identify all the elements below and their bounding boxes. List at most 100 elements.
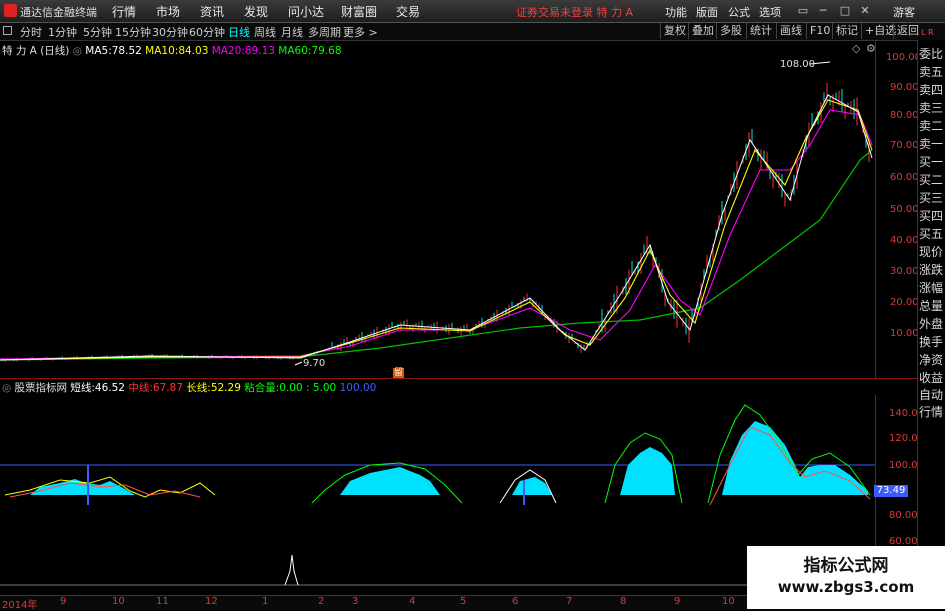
- restore-icon[interactable]: □: [838, 4, 852, 17]
- draw-line-button[interactable]: 画线: [776, 23, 805, 39]
- indicator-chart[interactable]: [0, 395, 876, 595]
- main-kline-chart[interactable]: [0, 40, 876, 378]
- indicator-settings-icon[interactable]: ◎: [2, 382, 11, 394]
- date-tick: 10: [722, 596, 735, 607]
- panel-change[interactable]: 涨跌: [919, 263, 945, 277]
- panel-sell2[interactable]: 卖二: [919, 119, 945, 133]
- menu-hangqing[interactable]: 行情: [112, 3, 136, 20]
- ma20-label: MA20: [211, 45, 242, 57]
- ma-settings-icon[interactable]: ◎: [73, 45, 82, 57]
- ind-y-tick: 140.0: [889, 408, 918, 419]
- menu-xuanxiang[interactable]: 选项: [759, 4, 781, 20]
- low-price-label: 9.70: [303, 358, 326, 369]
- panel-weibi[interactable]: 委比: [919, 47, 945, 61]
- y-tick: 50.00: [890, 204, 919, 215]
- panel-price[interactable]: 现价: [919, 245, 945, 259]
- panel-auto[interactable]: 自动: [919, 388, 945, 402]
- period-more[interactable]: 更多 >: [343, 24, 378, 40]
- panel-sell4[interactable]: 卖四: [919, 83, 945, 97]
- menu-caifuquan[interactable]: 财富圈: [341, 3, 377, 20]
- trade-status-text: 证券交易未登录 特 力 A: [516, 6, 634, 19]
- period-daily[interactable]: 日线: [228, 24, 250, 40]
- fuquan-button[interactable]: 复权: [660, 23, 689, 39]
- menu-faxian[interactable]: 发现: [244, 3, 268, 20]
- y-tick: 70.00: [890, 140, 919, 151]
- panel-buy5[interactable]: 买五: [919, 227, 945, 241]
- period-30min[interactable]: 30分钟: [152, 24, 188, 40]
- period-multi[interactable]: 多周期: [308, 24, 341, 40]
- date-tick: 7: [566, 596, 573, 607]
- current-indicator-value: 73.49: [874, 485, 908, 497]
- f10-button[interactable]: F10: [806, 23, 833, 39]
- layout-toggle-icon[interactable]: [3, 26, 12, 35]
- user-guest[interactable]: 游客: [893, 4, 915, 20]
- high-price-label: 108.00: [780, 59, 815, 70]
- ind-y-tick: 120.0: [889, 433, 918, 444]
- period-15min[interactable]: 15分钟: [115, 24, 151, 40]
- panel-net-assets[interactable]: 净资: [919, 353, 945, 367]
- minimize-icon[interactable]: ▭: [796, 4, 810, 17]
- y-tick: 20.00: [890, 297, 919, 308]
- close-icon[interactable]: ✕: [858, 4, 872, 17]
- period-fenshi[interactable]: 分时: [20, 24, 42, 40]
- ma10-value: 84.03: [178, 45, 209, 57]
- panel-buy1[interactable]: 买一: [919, 155, 945, 169]
- mark-button[interactable]: 标记: [832, 23, 861, 39]
- period-monthly[interactable]: 月线: [281, 24, 303, 40]
- y-tick: 80.00: [890, 110, 919, 121]
- mid-line-label: 中线: [128, 382, 150, 394]
- adhesion-value: 0.00 : 5.00: [279, 382, 337, 394]
- date-tick: 8: [620, 596, 627, 607]
- watermark-title: 指标公式网: [803, 556, 889, 576]
- multi-stock-button[interactable]: 多股: [716, 23, 745, 39]
- y-tick: 40.00: [890, 235, 919, 246]
- menu-banmian[interactable]: 版面: [696, 4, 718, 20]
- chart-settings-icon[interactable]: ⚙: [866, 42, 876, 55]
- date-tick: 9: [60, 596, 67, 607]
- panel-buy3[interactable]: 买三: [919, 191, 945, 205]
- ma60-label: MA60: [278, 45, 308, 57]
- date-tick: 9: [674, 596, 681, 607]
- chart-expand-icon[interactable]: ◇: [852, 42, 860, 55]
- panel-sell3[interactable]: 卖三: [919, 101, 945, 115]
- menu-gongneng[interactable]: 功能: [665, 4, 687, 20]
- long-line-label: 长线: [186, 382, 208, 394]
- period-5min[interactable]: 5分钟: [83, 24, 112, 40]
- mid-line-value: 67.87: [152, 382, 183, 394]
- panel-sell1[interactable]: 卖一: [919, 137, 945, 151]
- overlay-button[interactable]: 叠加: [688, 23, 717, 39]
- menu-shichang[interactable]: 市场: [156, 3, 180, 20]
- panel-change-pct[interactable]: 涨幅: [919, 281, 945, 295]
- adhesion-label: 粘合量: [244, 382, 276, 394]
- panel-sell5[interactable]: 卖五: [919, 65, 945, 79]
- panel-outer-disk[interactable]: 外盘: [919, 317, 945, 331]
- back-button[interactable]: 返回: [893, 23, 922, 39]
- y-tick: 90.00: [890, 82, 919, 93]
- kline-svg[interactable]: [0, 40, 875, 378]
- panel-turnover[interactable]: 换手: [919, 335, 945, 349]
- menu-gongshi[interactable]: 公式: [728, 4, 750, 20]
- indicator-name: 股票指标网: [14, 382, 68, 394]
- menu-wenxiaoda[interactable]: 问小达: [288, 3, 324, 20]
- date-tick: 3: [352, 596, 359, 607]
- app-logo-icon: [4, 4, 17, 17]
- date-tick: 4: [409, 596, 416, 607]
- panel-buy2[interactable]: 买二: [919, 173, 945, 187]
- stats-button[interactable]: 统计: [746, 23, 775, 39]
- period-60min[interactable]: 60分钟: [189, 24, 225, 40]
- date-tick: 12: [205, 596, 218, 607]
- date-tick: 5: [460, 596, 467, 607]
- period-1min[interactable]: 1分钟: [48, 24, 77, 40]
- menu-jiaoyi[interactable]: 交易: [396, 3, 420, 20]
- panel-buy4[interactable]: 买四: [919, 209, 945, 223]
- menu-zixun[interactable]: 资讯: [200, 3, 224, 20]
- ma60-value: 79.68: [311, 45, 342, 57]
- panel-quote[interactable]: 行情: [919, 405, 945, 419]
- watermark-url: www.zbgs3.com: [777, 578, 915, 596]
- period-weekly[interactable]: 周线: [254, 24, 276, 40]
- panel-volume[interactable]: 总量: [919, 299, 945, 313]
- date-tick: 10: [112, 596, 125, 607]
- indicator-svg[interactable]: [0, 395, 875, 595]
- panel-earnings[interactable]: 收益: [919, 371, 945, 385]
- maximize-icon[interactable]: ─: [816, 4, 830, 17]
